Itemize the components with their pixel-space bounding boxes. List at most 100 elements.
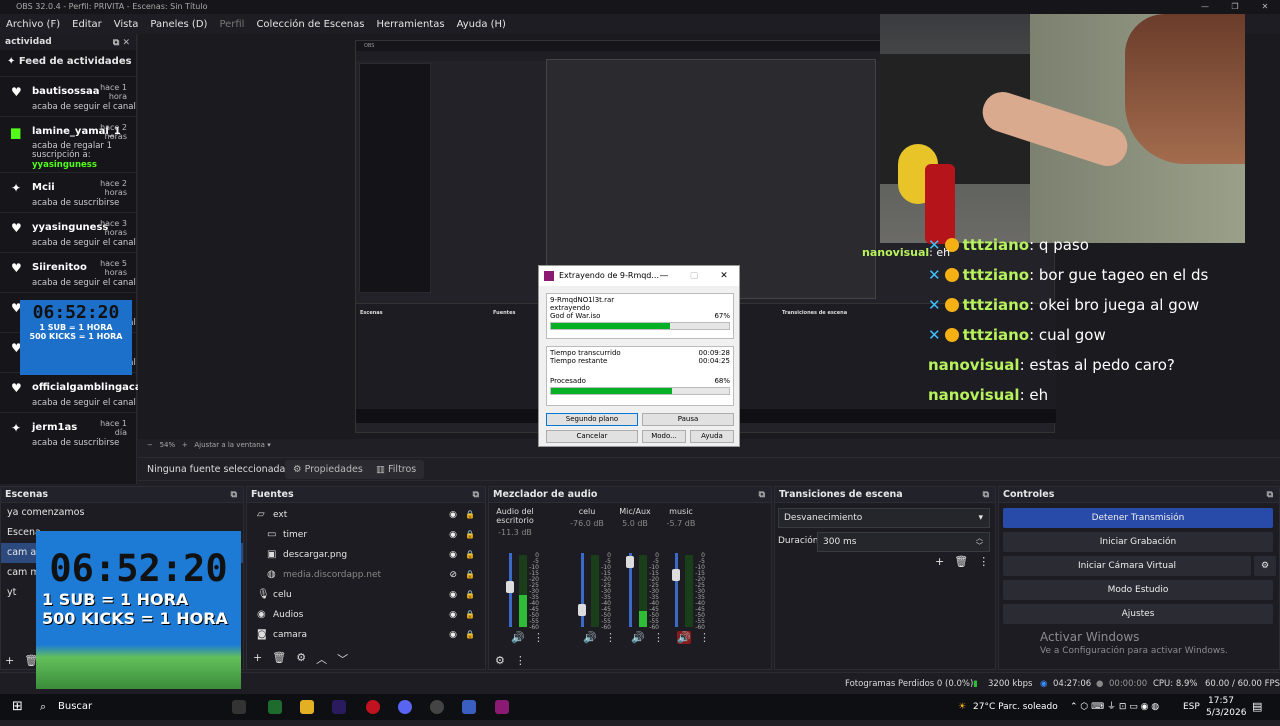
scene-item[interactable]: ya comenzamos — [1, 503, 243, 523]
lock-icon[interactable]: 🔒 — [465, 585, 475, 605]
eye-off-icon[interactable]: ⊘ — [449, 565, 457, 585]
stop-stream-button[interactable]: Detener Transmisión — [1003, 508, 1273, 528]
eye-icon[interactable]: ◉ — [449, 585, 457, 605]
tray-icons[interactable]: ⌃ ⬡ ⌨ ⏚ ⊡ ▭ ◉ ◍ — [1070, 694, 1159, 720]
lock-icon[interactable]: 🔒 — [465, 525, 475, 545]
fader-knob[interactable] — [506, 580, 514, 593]
search-icon[interactable]: ⌕ — [40, 694, 46, 720]
taskbar-date[interactable]: 5/3/2026 — [1206, 700, 1246, 726]
dock-float-icon[interactable]: ⧉ — [983, 487, 989, 503]
eye-icon[interactable]: ◉ — [449, 625, 457, 645]
source-settings-icon[interactable]: ⚙ — [296, 651, 306, 667]
dock-float-icon[interactable]: ⧉ — [473, 487, 479, 503]
muted-speaker-icon[interactable]: 🔊 — [677, 631, 691, 644]
virtual-cam-settings-button[interactable]: ⚙ — [1254, 556, 1276, 576]
language-indicator[interactable]: ESP — [1183, 694, 1200, 720]
cancel-button[interactable]: Cancelar — [546, 430, 638, 443]
zoom-out-icon[interactable]: − — [147, 441, 153, 449]
speaker-icon[interactable]: 🔊 — [583, 631, 597, 644]
taskbar-search[interactable]: Buscar — [58, 694, 92, 720]
eye-icon[interactable]: ◉ — [449, 525, 457, 545]
menu-docks[interactable]: Paneles (D) — [150, 19, 207, 30]
source-item[interactable]: ▭ timer ◉ 🔒 — [247, 525, 485, 545]
menu-view[interactable]: Vista — [114, 19, 139, 30]
fader-knob[interactable] — [672, 568, 680, 581]
task-view-icon[interactable] — [232, 700, 246, 714]
channel-menu-icon[interactable]: ⋮ — [605, 631, 616, 644]
add-scene-icon[interactable]: + — [5, 654, 14, 667]
menu-edit[interactable]: Editar — [72, 19, 102, 30]
move-up-icon[interactable]: ︿ — [316, 651, 327, 667]
weather-text[interactable]: 27°C Parc. soleado — [973, 694, 1058, 720]
channel-menu-icon[interactable]: ⋮ — [533, 631, 544, 644]
start-virtual-cam-button[interactable]: Iniciar Cámara Virtual — [1003, 556, 1251, 576]
speaker-icon[interactable]: 🔊 — [631, 631, 645, 644]
dock-float-icon[interactable]: ⧉ — [231, 487, 237, 503]
properties-button[interactable]: ⚙ Propiedades — [285, 460, 371, 479]
dialog-maximize-button[interactable]: ▢ — [679, 266, 709, 286]
help-button[interactable]: Ayuda — [690, 430, 734, 443]
transition-select[interactable]: Desvanecimiento ▾ — [778, 508, 990, 528]
windows-start-icon[interactable]: ⊞ — [12, 694, 23, 720]
lock-icon[interactable]: 🔒 — [465, 505, 475, 525]
dock-float-icon[interactable]: ⧉ — [1267, 487, 1273, 503]
remove-transition-icon[interactable]: 🗑 — [954, 555, 968, 568]
opera-icon[interactable] — [366, 700, 380, 714]
obs-icon[interactable] — [430, 700, 444, 714]
volume-fader[interactable] — [581, 553, 584, 627]
discord-icon[interactable] — [398, 700, 412, 714]
eye-icon[interactable]: ◉ — [449, 545, 457, 565]
maximize-button[interactable]: ❐ — [1220, 0, 1250, 14]
lock-icon[interactable]: 🔒 — [465, 565, 475, 585]
premiere-icon[interactable] — [332, 700, 346, 714]
dock-controls-icon[interactable]: ⧉ ✕ — [113, 35, 130, 51]
eye-icon[interactable]: ◉ — [449, 605, 457, 625]
source-item[interactable]: ▣ descargar.png ◉ 🔒 — [247, 545, 485, 565]
settings-button[interactable]: Ajustes — [1003, 604, 1273, 624]
zoom-in-icon[interactable]: + — [182, 441, 188, 449]
add-transition-icon[interactable]: + — [935, 555, 944, 568]
volume-fader[interactable] — [675, 553, 678, 627]
eye-icon[interactable]: ◉ — [449, 505, 457, 525]
close-button[interactable]: ✕ — [1250, 0, 1280, 14]
source-item[interactable]: ◙ camara ◉ 🔒 — [247, 625, 485, 645]
transition-menu-icon[interactable]: ⋮ — [978, 555, 989, 568]
mixer-menu-icon[interactable]: ⋮ — [515, 654, 526, 667]
dialog-close-button[interactable]: ✕ — [709, 266, 739, 286]
notifications-icon[interactable]: ▤ — [1252, 694, 1262, 720]
menu-tools[interactable]: Herramientas — [376, 19, 444, 30]
source-item[interactable]: ◍ media.discordapp.net ⊘ 🔒 — [247, 565, 485, 585]
chevron-down-icon[interactable]: ▾ — [267, 441, 271, 449]
menu-file[interactable]: Archivo (F) — [6, 19, 60, 30]
remove-source-icon[interactable]: 🗑 — [272, 651, 286, 667]
minimize-button[interactable]: — — [1190, 0, 1220, 14]
dock-float-icon[interactable]: ⧉ — [759, 487, 765, 503]
start-recording-button[interactable]: Iniciar Grabación — [1003, 532, 1273, 552]
add-source-icon[interactable]: + — [253, 651, 262, 667]
mixer-settings-icon[interactable]: ⚙ — [495, 654, 505, 667]
source-item[interactable]: 🎙 celu ◉ 🔒 — [247, 585, 485, 605]
app-icon[interactable] — [462, 700, 476, 714]
source-item[interactable]: ◉ Audios ◉ 🔒 — [247, 605, 485, 625]
menu-profile[interactable]: Perfil — [219, 19, 244, 30]
menu-scene-collection[interactable]: Colección de Escenas — [256, 19, 364, 30]
move-down-icon[interactable]: ﹀ — [337, 651, 348, 667]
app-icon-b[interactable] — [268, 700, 282, 714]
filters-button[interactable]: ▥ Filtros — [368, 460, 425, 479]
mode-button[interactable]: Modo... — [642, 430, 686, 443]
duration-spinbox[interactable]: 300 ms ︿ ﹀ — [817, 532, 990, 552]
winrar-taskbar-icon[interactable] — [495, 700, 509, 714]
lock-icon[interactable]: 🔒 — [465, 545, 475, 565]
pause-button[interactable]: Pausa — [642, 413, 734, 426]
channel-menu-icon[interactable]: ⋮ — [653, 631, 664, 644]
file-explorer-icon[interactable] — [300, 700, 314, 714]
menu-help[interactable]: Ayuda (H) — [457, 19, 506, 30]
source-item[interactable]: ▱ ext ◉ 🔒 — [247, 505, 485, 525]
fader-knob[interactable] — [578, 603, 586, 616]
lock-icon[interactable]: 🔒 — [465, 605, 475, 625]
studio-mode-button[interactable]: Modo Estudio — [1003, 580, 1273, 600]
dialog-minimize-button[interactable]: — — [649, 266, 679, 286]
zoom-fit-select[interactable]: Ajustar a la ventana — [194, 441, 265, 449]
background-button[interactable]: Segundo plano — [546, 413, 638, 426]
speaker-icon[interactable]: 🔊 — [511, 631, 525, 644]
